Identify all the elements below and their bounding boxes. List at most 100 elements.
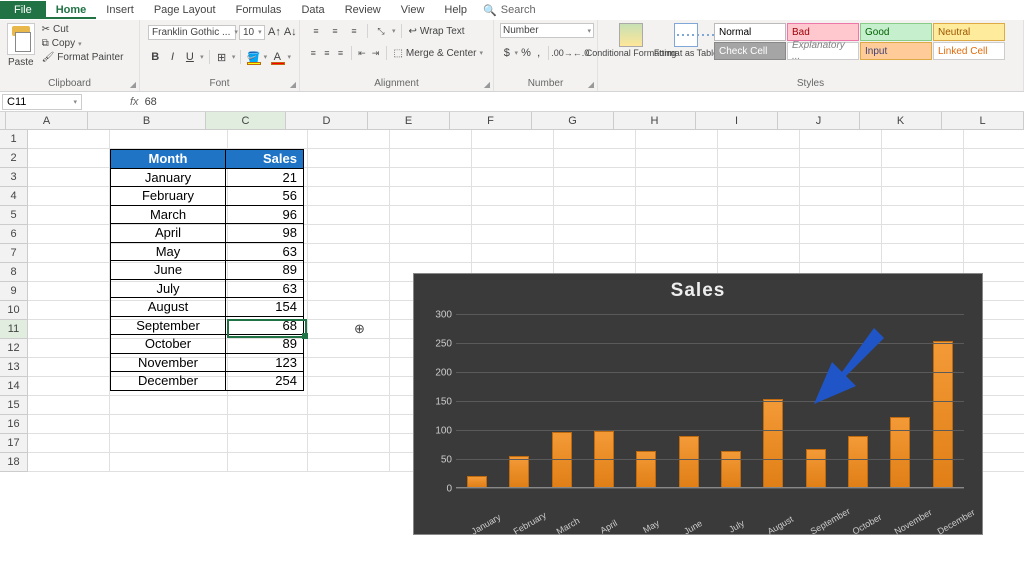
menu-tab-review[interactable]: Review xyxy=(335,1,391,19)
cell-styles-gallery[interactable]: NormalBadGoodNeutralCheck CellExplanator… xyxy=(714,23,1005,60)
row-header[interactable]: 12 xyxy=(0,339,28,358)
bold-button[interactable]: B xyxy=(148,49,162,65)
cell-month[interactable]: June xyxy=(111,261,226,280)
wrap-text-button[interactable]: ↩Wrap Text xyxy=(407,25,467,38)
conditional-formatting-button[interactable]: Conditional Formatting xyxy=(604,23,658,59)
dialog-launcher-icon[interactable]: ◢ xyxy=(484,80,490,89)
bar[interactable] xyxy=(890,417,910,488)
cell-value[interactable]: 68 xyxy=(226,316,304,335)
cell-month[interactable]: March xyxy=(111,205,226,224)
cell-month[interactable]: August xyxy=(111,298,226,317)
align-bottom-button[interactable]: ≡ xyxy=(346,24,362,38)
dialog-launcher-icon[interactable]: ◢ xyxy=(588,80,594,89)
align-middle-button[interactable]: ≡ xyxy=(327,24,343,38)
cell-month[interactable]: May xyxy=(111,242,226,261)
table-row[interactable]: August154 xyxy=(111,298,304,317)
row-header[interactable]: 2 xyxy=(0,149,28,168)
row-header[interactable]: 5 xyxy=(0,206,28,225)
spreadsheet-grid[interactable]: ABCDEFGHIJKL 123456789101112131415161718… xyxy=(0,112,1024,472)
table-row[interactable]: March96 xyxy=(111,205,304,224)
column-header[interactable]: C xyxy=(206,112,286,130)
menu-tab-view[interactable]: View xyxy=(391,1,435,19)
cell-month[interactable]: October xyxy=(111,335,226,354)
merge-center-button[interactable]: ⬚Merge & Center ▾ xyxy=(391,47,485,60)
cell-style-option[interactable]: Good xyxy=(860,23,932,41)
column-header[interactable]: E xyxy=(368,112,450,130)
cell-style-option[interactable]: Normal xyxy=(714,23,786,41)
cut-button[interactable]: ✂Cut xyxy=(40,23,126,36)
font-name-select[interactable]: Franklin Gothic ...▾ xyxy=(148,25,236,40)
bar[interactable] xyxy=(763,399,783,488)
cell-value[interactable]: 123 xyxy=(226,353,304,372)
percent-format-button[interactable]: % xyxy=(521,45,531,61)
column-header[interactable]: L xyxy=(942,112,1024,130)
row-header[interactable]: 1 xyxy=(0,130,28,149)
table-row[interactable]: September68 xyxy=(111,316,304,335)
cell-value[interactable]: 98 xyxy=(226,224,304,243)
table-row[interactable]: April98 xyxy=(111,224,304,243)
row-header[interactable]: 3 xyxy=(0,168,28,187)
copy-button[interactable]: ⧉Copy▾ xyxy=(40,37,126,50)
bar[interactable] xyxy=(806,449,826,488)
cell-value[interactable]: 154 xyxy=(226,298,304,317)
column-header[interactable]: B xyxy=(88,112,206,130)
row-header[interactable]: 13 xyxy=(0,358,28,377)
menu-tab-insert[interactable]: Insert xyxy=(96,1,144,19)
row-header[interactable]: 8 xyxy=(0,263,28,282)
decrease-font-button[interactable]: A↓ xyxy=(284,24,297,40)
table-row[interactable]: July63 xyxy=(111,279,304,298)
row-header[interactable]: 14 xyxy=(0,377,28,396)
row-header[interactable]: 4 xyxy=(0,187,28,206)
cell-style-option[interactable]: Bad xyxy=(787,23,859,41)
font-size-select[interactable]: 10▾ xyxy=(239,25,265,40)
align-right-button[interactable]: ≡ xyxy=(335,46,346,60)
cell-month[interactable]: April xyxy=(111,224,226,243)
cell-month[interactable]: January xyxy=(111,168,226,187)
dialog-launcher-icon[interactable]: ◢ xyxy=(130,80,136,89)
bar[interactable] xyxy=(933,341,953,488)
font-color-button[interactable]: A xyxy=(270,49,284,65)
bar[interactable] xyxy=(636,451,656,488)
menu-tab-home[interactable]: Home xyxy=(46,1,97,19)
menu-tab-help[interactable]: Help xyxy=(434,1,477,19)
accounting-format-button[interactable]: $ xyxy=(502,45,512,61)
number-format-select[interactable]: Number▾ xyxy=(500,23,594,38)
comma-format-button[interactable]: , xyxy=(534,45,544,61)
column-header[interactable]: I xyxy=(696,112,778,130)
bar[interactable] xyxy=(679,436,699,488)
align-center-button[interactable]: ≡ xyxy=(322,46,333,60)
cell-style-option[interactable]: Linked Cell xyxy=(933,42,1005,60)
menu-tab-data[interactable]: Data xyxy=(291,1,334,19)
column-header[interactable]: H xyxy=(614,112,696,130)
row-header[interactable]: 17 xyxy=(0,434,28,453)
orientation-button[interactable]: ⤡ xyxy=(373,24,389,38)
cell-style-option[interactable]: Check Cell xyxy=(714,42,786,60)
column-header[interactable]: A xyxy=(6,112,88,130)
align-left-button[interactable]: ≡ xyxy=(308,46,319,60)
cell-month[interactable]: December xyxy=(111,372,226,391)
cell-style-option[interactable]: Explanatory ... xyxy=(787,42,859,60)
cell-value[interactable]: 63 xyxy=(226,279,304,298)
bar[interactable] xyxy=(509,456,529,488)
cell-value[interactable]: 21 xyxy=(226,168,304,187)
row-header[interactable]: 9 xyxy=(0,282,28,301)
tell-me-search[interactable]: 🔍 Search xyxy=(483,4,536,17)
cell-month[interactable]: September xyxy=(111,316,226,335)
cell-style-option[interactable]: Input xyxy=(860,42,932,60)
dialog-launcher-icon[interactable]: ◢ xyxy=(290,80,296,89)
row-header[interactable]: 10 xyxy=(0,301,28,320)
menu-tab-formulas[interactable]: Formulas xyxy=(226,1,292,19)
bar[interactable] xyxy=(552,432,572,488)
row-header[interactable]: 16 xyxy=(0,415,28,434)
cell-value[interactable]: 96 xyxy=(226,205,304,224)
column-header[interactable]: K xyxy=(860,112,942,130)
format-as-table-button[interactable]: Format as Table xyxy=(662,23,710,59)
cell-month[interactable]: February xyxy=(111,187,226,206)
menu-tab-page-layout[interactable]: Page Layout xyxy=(144,1,226,19)
cell-value[interactable]: 89 xyxy=(226,261,304,280)
fx-icon[interactable]: fx xyxy=(130,96,139,108)
table-row[interactable]: May63 xyxy=(111,242,304,261)
bar[interactable] xyxy=(848,436,868,488)
embedded-chart[interactable]: Sales 050100150200250300 JanuaryFebruary… xyxy=(413,273,983,535)
table-row[interactable]: January21 xyxy=(111,168,304,187)
